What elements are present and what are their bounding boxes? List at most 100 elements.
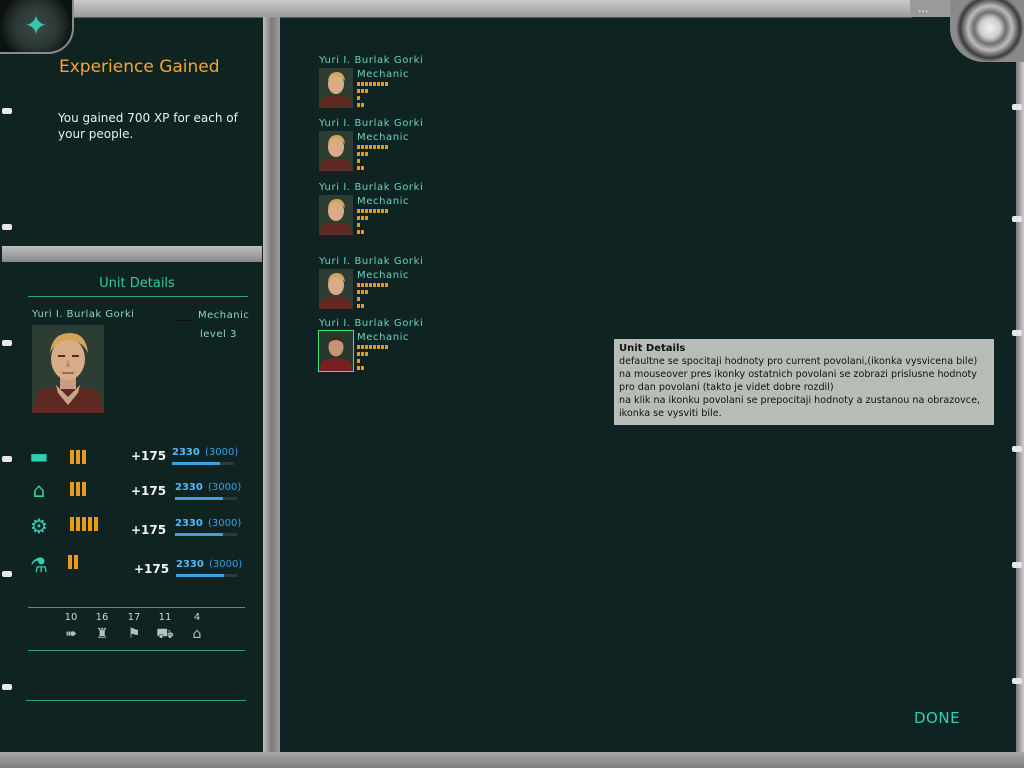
frame-notch — [1012, 330, 1022, 336]
skill-bar-segment — [76, 450, 80, 464]
machinery-icon[interactable]: ⚙ — [24, 514, 54, 538]
unit-level: level 3 — [200, 329, 237, 340]
divider-line — [26, 700, 246, 701]
skill-max: (3000) — [205, 447, 239, 458]
frame-notch — [2, 684, 12, 690]
skill-bar-segment — [82, 482, 86, 496]
unit-portrait — [32, 325, 104, 413]
tooltip-line: pro dan povolani (takto je videt dobre r… — [619, 382, 834, 393]
person-portrait[interactable] — [319, 68, 353, 108]
running-people-icon: ⚑ — [127, 626, 141, 642]
person-portrait[interactable] — [318, 330, 354, 372]
skill-bar-segment — [82, 517, 86, 531]
person-entry[interactable]: Yuri I. Burlak Gorki Mechanic — [319, 55, 469, 117]
stat-value: 17 — [127, 612, 141, 623]
skill-mini-bars — [357, 304, 364, 308]
panel-divider — [263, 17, 280, 752]
armor-shirt-icon: ♜ — [95, 626, 109, 642]
frame-notch — [1012, 678, 1022, 684]
stat-value: 16 — [95, 612, 109, 623]
skill-level-bars — [70, 482, 86, 496]
person-name: Yuri I. Burlak Gorki — [319, 256, 424, 267]
person-portrait[interactable] — [319, 131, 353, 171]
skill-mini-bars — [357, 159, 360, 163]
skill-level-bars — [70, 517, 98, 531]
skill-mini-bars — [357, 166, 364, 170]
person-profession: Mechanic — [357, 196, 410, 207]
person-profession: Mechanic — [357, 69, 410, 80]
xp-gain: +175 — [131, 484, 167, 498]
person-entry[interactable]: Yuri I. Burlak Gorki Mechanic — [319, 256, 469, 318]
skill-value: 2330 — [176, 559, 204, 570]
skill-bar-segment — [76, 482, 80, 496]
skill-mini-bars — [357, 297, 360, 301]
skill-mini-bars — [357, 223, 360, 227]
dial-control-icon[interactable] — [950, 0, 1024, 62]
person-portrait[interactable] — [319, 195, 353, 235]
frame-notch — [1012, 446, 1022, 452]
person-profession: Mechanic — [357, 332, 410, 343]
done-button[interactable]: DONE — [914, 709, 960, 727]
frame-notch — [1012, 216, 1022, 222]
skill-mini-bars — [357, 89, 368, 93]
skill-mini-bars — [357, 283, 388, 287]
skill-progress-bar — [172, 462, 234, 465]
skill-max: (3000) — [208, 482, 242, 493]
building-icon: ⌂ — [192, 626, 202, 642]
skill-mini-bars — [357, 345, 388, 349]
flask-icon[interactable]: ⚗ — [24, 553, 54, 577]
skill-max: (3000) — [208, 518, 242, 529]
skill-value: 2330 — [175, 518, 203, 529]
divider-line — [28, 607, 245, 608]
top-frame-bar — [72, 0, 912, 18]
skill-bar-segment — [94, 517, 98, 531]
rifle-icon[interactable]: ▬ — [24, 444, 54, 468]
person-entry[interactable]: Yuri I. Burlak Gorki Mechanic — [319, 182, 469, 244]
skill-mini-bars — [357, 96, 360, 100]
skill-bar-segment — [70, 450, 74, 464]
person-name: Yuri I. Burlak Gorki — [319, 182, 424, 193]
skill-bar-segment — [82, 450, 86, 464]
tooltip-title: Unit Details — [619, 343, 686, 354]
skill-value: 2330 — [175, 482, 203, 493]
vehicle-icon: ⛟ — [156, 626, 174, 642]
skill-value: 2330 — [172, 447, 200, 458]
skill-bar-segment — [74, 555, 78, 569]
skill-progress-bar — [176, 574, 238, 577]
tooltip-line: na klik na ikonku povolani se prepocitaj… — [619, 395, 981, 406]
frame-notch — [2, 224, 12, 230]
person-portrait[interactable] — [319, 269, 353, 309]
speed-arrows-icon: ➠ — [65, 626, 77, 642]
skill-mini-bars — [357, 359, 360, 363]
person-entry[interactable]: Yuri I. Burlak Gorki Mechanic — [319, 118, 469, 180]
skill-mini-bars — [357, 145, 388, 149]
unit-name: Yuri I. Burlak Gorki — [32, 309, 135, 320]
garage-icon[interactable]: ⌂ — [24, 478, 54, 502]
skill-bar-segment — [76, 517, 80, 531]
eagle-emblem-icon: ✦ — [24, 9, 48, 42]
stat-value: 11 — [158, 612, 172, 623]
person-profession: Mechanic — [357, 270, 410, 281]
frame-notch — [2, 340, 12, 346]
skill-mini-bars — [357, 366, 364, 370]
skill-mini-bars — [357, 209, 388, 213]
stat-value: 4 — [193, 612, 201, 623]
skill-progress-bar — [175, 497, 237, 500]
divider-line — [28, 650, 245, 651]
skill-mini-bars — [357, 152, 368, 156]
person-name: Yuri I. Burlak Gorki — [319, 318, 424, 329]
person-profession: Mechanic — [357, 132, 410, 143]
skill-mini-bars — [357, 352, 368, 356]
divider-line — [28, 296, 248, 297]
person-name: Yuri I. Burlak Gorki — [319, 55, 424, 66]
stat-value: 10 — [64, 612, 78, 623]
tooltip-line: na mouseover pres ikonky ostatnich povol… — [619, 369, 977, 380]
person-entry-selected[interactable]: Yuri I. Burlak Gorki Mechanic — [318, 318, 469, 380]
tooltip-line: defaultne se spocitaji hodnoty pro curre… — [619, 356, 978, 367]
frame-notch — [2, 456, 12, 462]
frame-notch — [1012, 104, 1022, 110]
skill-mini-bars — [357, 290, 368, 294]
skill-level-bars — [70, 450, 86, 464]
person-name: Yuri I. Burlak Gorki — [319, 118, 424, 129]
tooltip-line: ikonka se vysviti bile. — [619, 408, 722, 419]
